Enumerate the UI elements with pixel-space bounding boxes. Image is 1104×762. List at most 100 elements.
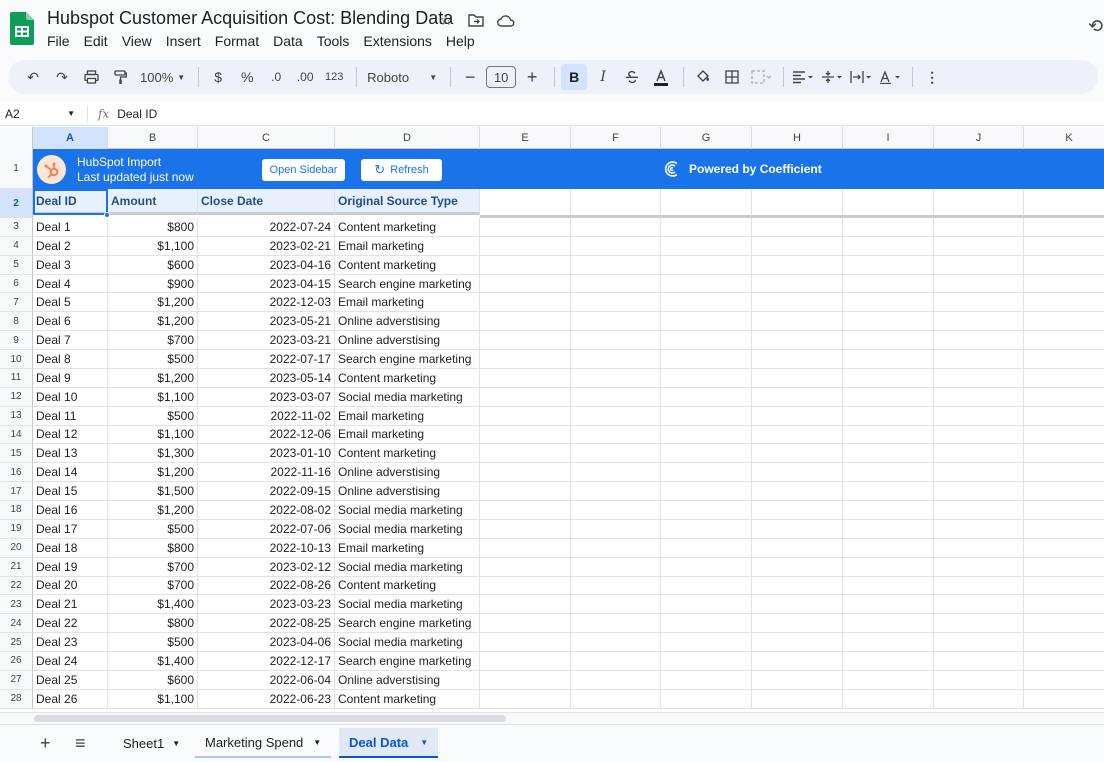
amount-cell[interactable]: $500 [108,519,198,539]
cell[interactable] [934,293,1024,313]
close-date-cell[interactable]: 2022-06-23 [198,689,335,709]
header-cell[interactable]: Close Date [198,189,335,215]
source-type-cell[interactable]: Social media marketing [335,387,480,407]
increase-font-size-button[interactable]: + [519,64,545,90]
source-type-cell[interactable]: Search engine marketing [335,274,480,294]
cell[interactable] [661,387,752,407]
currency-format-button[interactable]: $ [205,64,231,90]
cell[interactable] [480,595,571,615]
cell[interactable] [1024,369,1104,388]
cell[interactable] [752,312,843,332]
cell[interactable] [1024,595,1104,615]
cell[interactable] [661,444,752,464]
cell[interactable] [752,670,843,690]
close-date-cell[interactable]: 2022-10-13 [198,538,335,558]
row-header[interactable]: 15 [0,444,33,464]
cell[interactable] [480,274,571,294]
cell[interactable] [1024,407,1104,426]
column-header-k[interactable]: K [1024,127,1104,149]
amount-cell[interactable]: $500 [108,406,198,426]
amount-cell[interactable]: $1,200 [108,368,198,388]
close-date-cell[interactable]: 2022-12-03 [198,293,335,313]
cell[interactable] [752,331,843,351]
cell[interactable] [934,444,1024,464]
row-header[interactable]: 22 [0,576,33,596]
amount-cell[interactable]: $1,200 [108,312,198,332]
cell[interactable] [752,293,843,313]
cloud-status-icon[interactable] [496,10,516,30]
amount-cell[interactable]: $500 [108,350,198,369]
cell[interactable] [661,689,752,709]
row-header[interactable]: 16 [0,463,33,483]
cell[interactable] [661,255,752,275]
cell[interactable] [480,501,571,520]
sheet-tab-deal-data[interactable]: Deal Data ▼ [339,728,439,758]
star-icon[interactable]: ☆ [436,10,456,30]
cell[interactable] [752,689,843,709]
amount-cell[interactable]: $800 [108,538,198,558]
cell[interactable] [480,614,571,634]
deal-id-cell[interactable]: Deal 16 [33,501,108,520]
decrease-font-size-button[interactable]: − [457,64,483,90]
cell[interactable] [480,633,571,652]
cell[interactable] [480,368,571,388]
cell[interactable] [934,350,1024,369]
decrease-decimal-button[interactable]: .0 [263,64,289,90]
row-header[interactable]: 11 [0,368,33,388]
cell[interactable] [752,218,843,237]
menu-data[interactable]: Data [273,33,303,49]
cell[interactable] [752,557,843,577]
source-type-cell[interactable]: Content marketing [335,444,480,464]
deal-id-cell[interactable]: Deal 13 [33,444,108,464]
deal-id-cell[interactable]: Deal 11 [33,406,108,426]
cell[interactable] [480,189,571,218]
deal-id-cell[interactable]: Deal 18 [33,538,108,558]
cell[interactable] [571,218,661,237]
menu-edit[interactable]: Edit [84,33,108,49]
cell[interactable] [1024,633,1104,652]
source-type-cell[interactable]: Online adverstising [335,482,480,502]
amount-cell[interactable]: $600 [108,670,198,690]
document-title[interactable]: Hubspot Customer Acquisition Cost: Blend… [47,8,453,29]
merge-cells-icon[interactable] [748,64,774,90]
cell[interactable] [1024,671,1104,690]
cell[interactable] [571,331,661,351]
cell[interactable] [934,633,1024,652]
row-header[interactable]: 12 [0,387,33,407]
cell[interactable] [752,368,843,388]
column-header-g[interactable]: G [661,127,752,149]
cell[interactable] [480,387,571,407]
close-date-cell[interactable]: 2022-12-17 [198,652,335,671]
cell[interactable] [571,274,661,294]
redo-icon[interactable]: ↷ [49,64,75,90]
italic-button[interactable]: I [590,64,616,90]
cell[interactable] [934,670,1024,690]
source-type-cell[interactable]: Content marketing [335,218,480,237]
cell[interactable] [480,670,571,690]
cell[interactable] [1024,331,1104,351]
cell[interactable] [661,538,752,558]
cell[interactable] [752,236,843,256]
source-type-cell[interactable]: Email marketing [335,236,480,256]
fill-handle[interactable] [104,212,110,218]
amount-cell[interactable]: $900 [108,274,198,294]
row-header[interactable]: 19 [0,519,33,539]
zoom-select[interactable]: 100% ▼ [136,64,189,90]
deal-id-cell[interactable]: Deal 25 [33,670,108,690]
cell[interactable] [1024,501,1104,520]
cell[interactable] [843,689,934,709]
deal-id-cell[interactable]: Deal 9 [33,368,108,388]
formula-input[interactable]: Deal ID [117,107,157,121]
source-type-cell[interactable]: Content marketing [335,368,480,388]
text-wrap-icon[interactable] [848,64,874,90]
deal-id-cell[interactable]: Deal 24 [33,652,108,671]
name-box[interactable]: A2 ▼ [0,105,88,122]
column-header-b[interactable]: B [108,127,198,149]
cell[interactable] [934,557,1024,577]
column-header-f[interactable]: F [571,127,661,149]
close-date-cell[interactable]: 2023-05-14 [198,368,335,388]
cell[interactable] [661,595,752,615]
cell[interactable] [571,255,661,275]
cell[interactable] [752,387,843,407]
cell[interactable] [661,293,752,313]
